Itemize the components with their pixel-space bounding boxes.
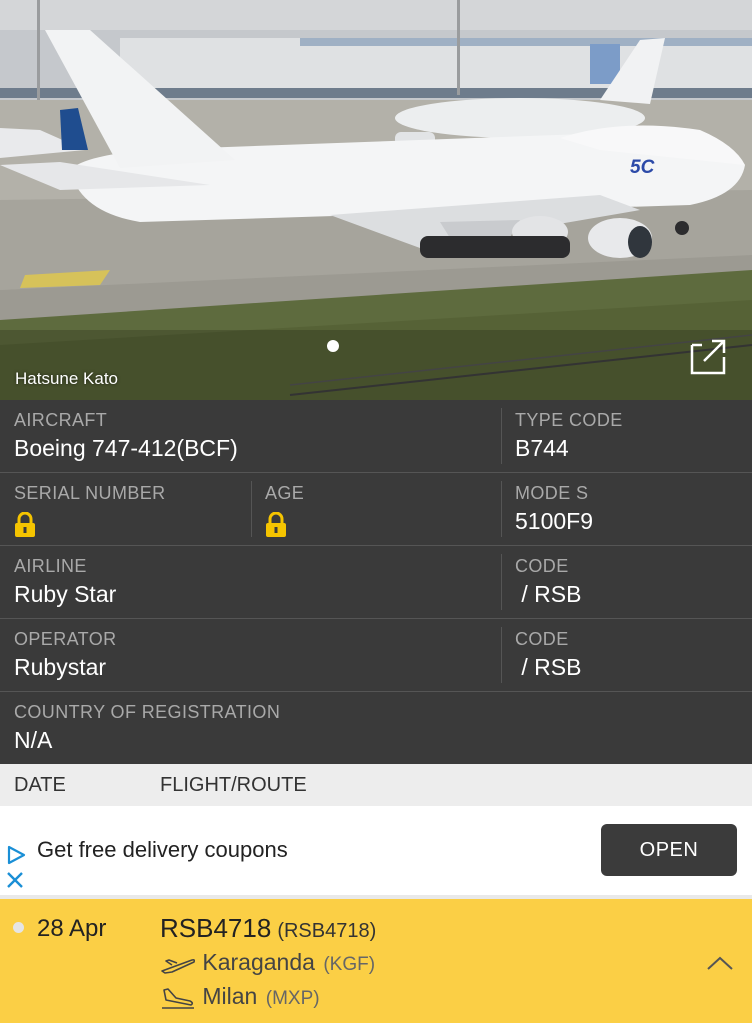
- aircraft-label: AIRCRAFT: [14, 410, 108, 430]
- lock-icon[interactable]: [265, 511, 287, 538]
- flight-route-column-header: FLIGHT/ROUTE: [160, 774, 307, 796]
- flight-number-text: RSB4718: [160, 913, 272, 943]
- takeoff-icon: [161, 958, 196, 974]
- operator-code-value: / RSB: [515, 654, 582, 680]
- divider: [501, 627, 502, 683]
- date-column-header: DATE: [14, 774, 66, 796]
- airline-cell: AIRLINE Ruby Star: [14, 546, 116, 619]
- expand-icon[interactable]: [688, 337, 728, 377]
- serial-row: SERIAL NUMBER AGE MODE S 5100F9: [0, 473, 752, 546]
- photo-credit[interactable]: Hatsune Kato: [15, 369, 118, 389]
- aircraft-photo-illustration: 5C: [0, 0, 752, 400]
- operator-value: Rubystar: [14, 654, 107, 680]
- operator-code-cell: CODE / RSB: [515, 619, 581, 692]
- aircraft-row: AIRCRAFT Boeing 747-412(BCF) TYPE CODE B…: [0, 400, 752, 473]
- country-cell: COUNTRY OF REGISTRATION N/A: [14, 692, 280, 765]
- advertisement-banner[interactable]: Get free delivery coupons OPEN: [0, 806, 752, 895]
- age-label: AGE: [265, 483, 305, 503]
- carousel-indicator-dot[interactable]: [327, 340, 339, 352]
- type-code-label: TYPE CODE: [515, 410, 623, 430]
- lock-icon[interactable]: [14, 511, 36, 538]
- aircraft-photo[interactable]: 5C Hatsune Kato: [0, 0, 752, 400]
- aircraft-cell: AIRCRAFT Boeing 747-412(BCF): [14, 400, 238, 473]
- route-origin: Karaganda (KGF): [160, 949, 375, 976]
- chevron-up-icon[interactable]: [706, 955, 734, 971]
- flight-callsign: (RSB4718): [277, 920, 377, 942]
- landing-icon: [162, 988, 194, 1009]
- divider: [501, 481, 502, 537]
- ad-play-icon[interactable]: [5, 844, 27, 866]
- divider: [251, 481, 252, 537]
- tail-livery-text: 5C: [630, 157, 655, 178]
- ad-close-icon[interactable]: [5, 870, 25, 890]
- divider: [501, 408, 502, 464]
- airline-row: AIRLINE Ruby Star CODE / RSB: [0, 546, 752, 619]
- serial-number-label: SERIAL NUMBER: [14, 483, 166, 503]
- airline-value: Ruby Star: [14, 581, 117, 607]
- airline-code-cell: CODE / RSB: [515, 546, 581, 619]
- airline-label: AIRLINE: [14, 556, 87, 576]
- mode-s-cell: MODE S 5100F9: [515, 473, 593, 546]
- origin-city: Karaganda: [202, 949, 315, 975]
- airline-code-value: / RSB: [515, 581, 582, 607]
- aircraft-value: Boeing 747-412(BCF): [14, 435, 238, 461]
- country-row: COUNTRY OF REGISTRATION N/A: [0, 692, 752, 765]
- type-code-cell: TYPE CODE B744: [515, 400, 623, 473]
- flight-table-header: DATE FLIGHT/ROUTE: [0, 764, 752, 806]
- ad-open-button[interactable]: OPEN: [601, 824, 737, 876]
- country-label: COUNTRY OF REGISTRATION: [14, 702, 281, 722]
- flight-date: 28 Apr: [37, 915, 107, 942]
- operator-label: OPERATOR: [14, 629, 117, 649]
- airline-code-label: CODE: [515, 556, 569, 576]
- type-code-value: B744: [515, 435, 569, 461]
- flight-row[interactable]: 28 Apr RSB4718 (RSB4718) Karaganda (KGF) …: [0, 899, 752, 1023]
- divider: [501, 554, 502, 610]
- route-destination: Milan (MXP): [160, 983, 320, 1010]
- aircraft-info-panel: AIRCRAFT Boeing 747-412(BCF) TYPE CODE B…: [0, 400, 752, 764]
- destination-code: (MXP): [265, 988, 320, 1009]
- ad-text[interactable]: Get free delivery coupons: [37, 837, 288, 863]
- origin-code: (KGF): [323, 954, 376, 975]
- mode-s-label: MODE S: [515, 483, 589, 503]
- country-value: N/A: [14, 727, 53, 753]
- age-cell[interactable]: AGE: [265, 473, 304, 546]
- operator-code-label: CODE: [515, 629, 569, 649]
- destination-city: Milan: [202, 983, 258, 1009]
- operator-cell: OPERATOR Rubystar: [14, 619, 117, 692]
- status-dot: [13, 922, 24, 933]
- mode-s-value: 5100F9: [515, 508, 594, 534]
- flight-number: RSB4718 (RSB4718): [160, 913, 376, 944]
- operator-row: OPERATOR Rubystar CODE / RSB: [0, 619, 752, 692]
- serial-number-cell[interactable]: SERIAL NUMBER: [14, 473, 166, 546]
